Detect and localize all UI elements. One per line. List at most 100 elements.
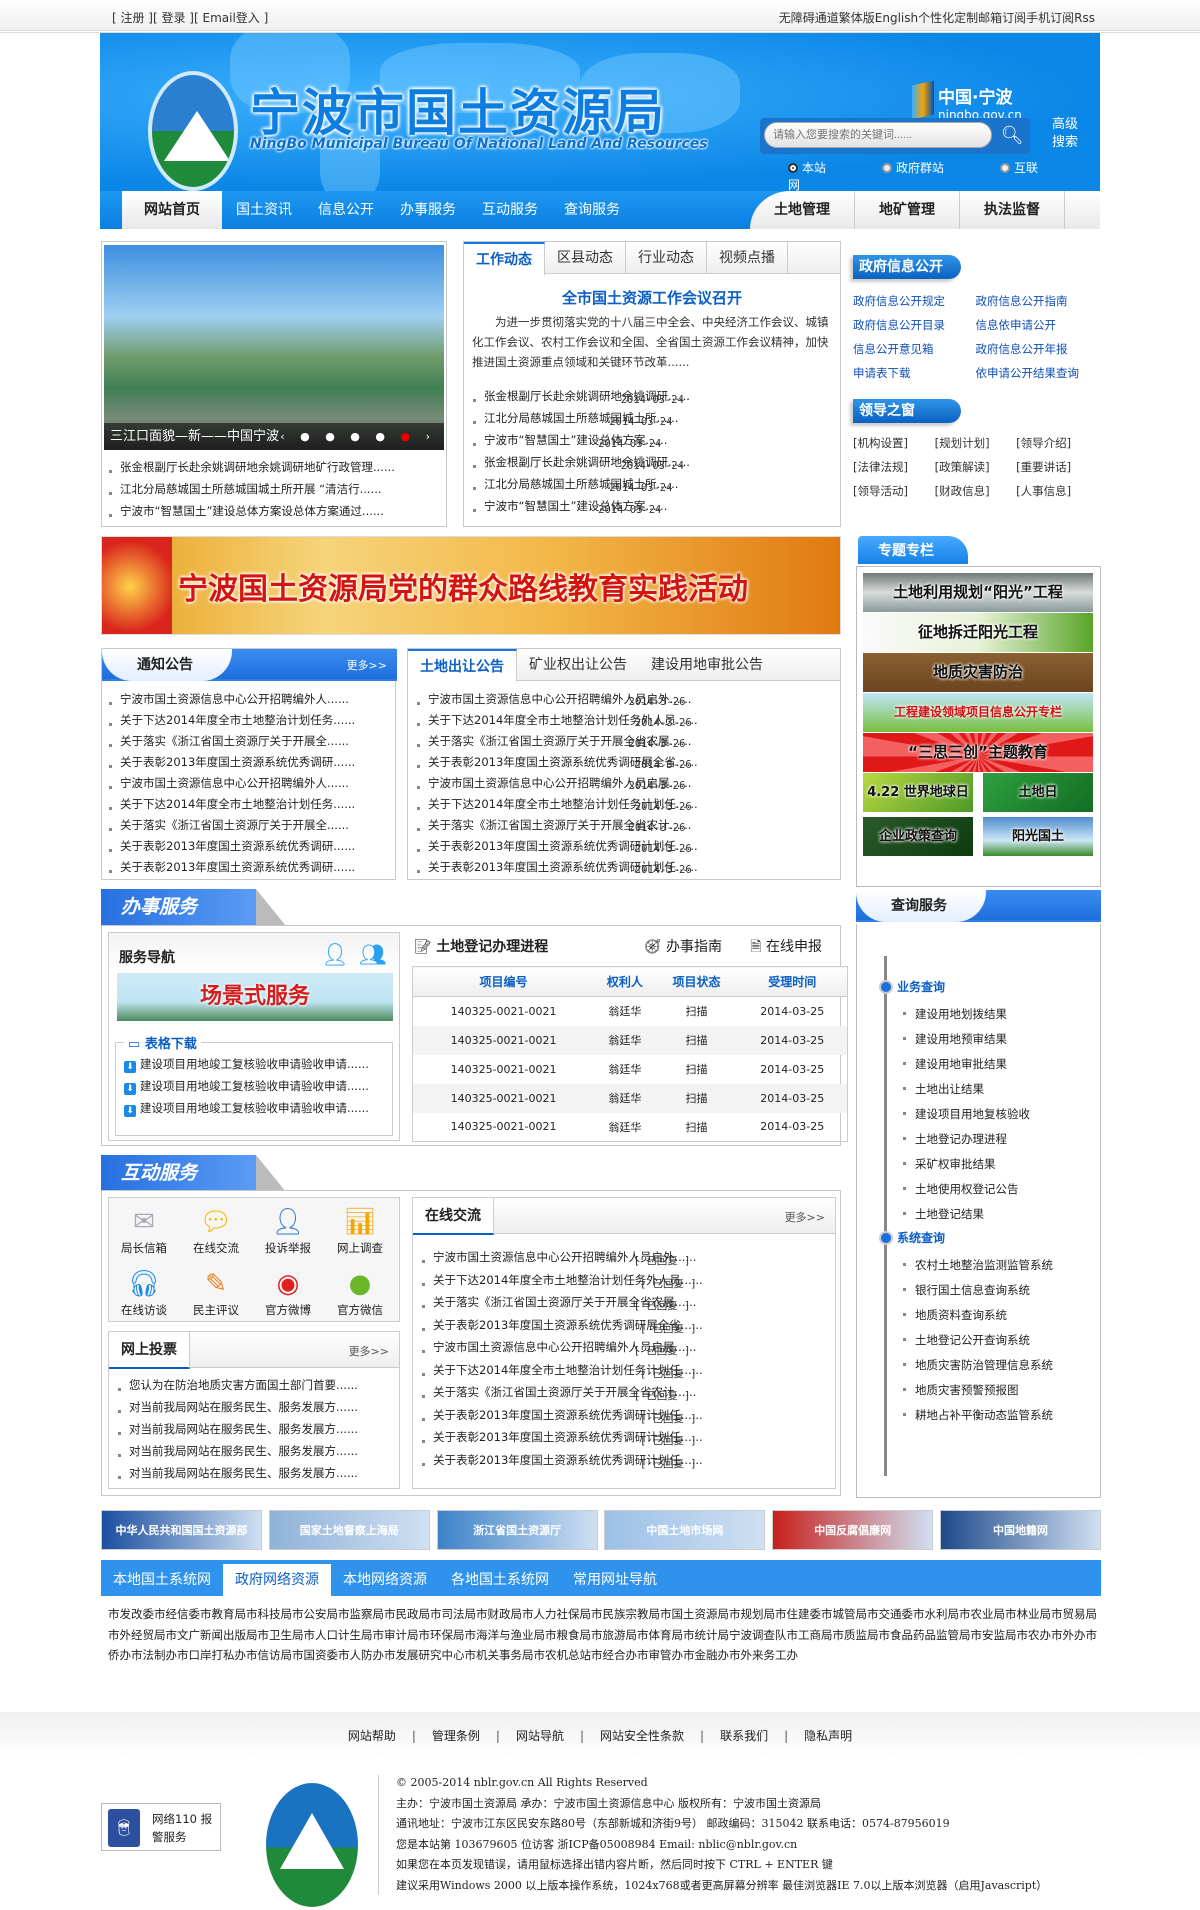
gov-link[interactable]: 市民族宗教局: [591, 1607, 660, 1621]
vote-item[interactable]: 对当前我局网站在服务民生、服务发展方......: [113, 1444, 358, 1458]
nav-item[interactable]: 查询服务: [552, 191, 632, 229]
chat-item[interactable]: 关于下达2014年度全市土地整治计划任务外人员......[ 已回复 ]: [417, 1273, 703, 1290]
news-item[interactable]: 江北分局慈城国土所慈城国城土所...... 2014-03-24: [468, 411, 678, 428]
footer-link[interactable]: 管理条例: [416, 1729, 496, 1743]
gov-link[interactable]: 市林业局: [1005, 1607, 1051, 1621]
form-download-item[interactable]: 建设项目用地竣工复核验收申请验收申请......: [122, 1101, 369, 1115]
gov-link[interactable]: 市法制办: [131, 1648, 177, 1662]
gov-link[interactable]: 市贸易局: [1051, 1607, 1097, 1621]
gov-link[interactable]: 市公安局: [292, 1607, 338, 1621]
leader-link[interactable]: [人事信息]: [1016, 479, 1098, 503]
query-item[interactable]: 银行国土信息查询系统: [903, 1282, 1030, 1298]
vote-more-link[interactable]: 更多>>: [349, 1343, 389, 1359]
gov-link[interactable]: 市安监局: [971, 1628, 1017, 1642]
interact-6[interactable]: ◉︎ 官方微博: [253, 1266, 323, 1318]
leader-link[interactable]: [领导介绍]: [1016, 431, 1098, 455]
gov-info-link[interactable]: 政府信息公开年报: [976, 337, 1099, 361]
notice-item[interactable]: 关于下达2014年度全市土地整治计划任务......: [104, 797, 355, 811]
utility-link[interactable]: English: [875, 11, 918, 25]
query-item[interactable]: 建设用地划拨结果: [903, 1006, 1007, 1022]
gov-link[interactable]: 市农办: [1017, 1628, 1052, 1642]
utility-link[interactable]: 邮箱订阅: [978, 11, 1026, 25]
gov-link[interactable]: 市食品药品监管局: [879, 1628, 971, 1642]
special-topic-banner[interactable]: 地质灾害防治: [863, 653, 1093, 692]
gov-link[interactable]: 市体育局: [637, 1628, 683, 1642]
notice-item[interactable]: 关于表彰2013年度国土资源系统优秀调研......: [104, 860, 355, 874]
gov-link[interactable]: 市审计局: [373, 1628, 419, 1642]
gov-link[interactable]: 市卫生局: [258, 1628, 304, 1642]
form-download-item[interactable]: 建设项目用地竣工复核验收申请验收申请......: [122, 1079, 369, 1093]
gov-link[interactable]: 市旅游局: [591, 1628, 637, 1642]
table-row[interactable]: 140325-0021-0021 翁廷华 扫描 2014-03-25: [413, 997, 848, 1026]
news-item[interactable]: 张金根副厅长赴余姚调研地余姚调研...... 2014-03-24: [468, 389, 690, 406]
land-item[interactable]: 宁波市国土资源信息中心公开招聘编外人员启展...... 2014-3-26: [412, 776, 691, 792]
footer-link[interactable]: 联系我们: [704, 1729, 784, 1743]
gov-link[interactable]: 市人口计生局: [304, 1628, 373, 1642]
query-group-title[interactable]: 系统查询: [878, 1229, 945, 1246]
gov-link[interactable]: 市工商局: [787, 1628, 833, 1642]
special-topic-banner[interactable]: 4.22 世界地球日: [863, 773, 973, 812]
form-download-item[interactable]: 建设项目用地竣工复核验收申请验收申请......: [122, 1057, 369, 1071]
interact-0[interactable]: ✉︎ 局长信箱: [109, 1204, 179, 1256]
gov-link[interactable]: 市金融办: [683, 1648, 729, 1662]
notice-item[interactable]: 关于表彰2013年度国土资源系统优秀调研......: [104, 755, 355, 769]
search-input[interactable]: [764, 122, 992, 148]
query-item[interactable]: 采矿权审批结果: [903, 1156, 996, 1172]
chat-more-link[interactable]: 更多>>: [785, 1209, 825, 1225]
scene-service-banner[interactable]: 场景式服务: [117, 973, 393, 1021]
interact-3[interactable]: 📊︎ 网上调查: [325, 1204, 395, 1256]
leader-link[interactable]: [规划计划]: [935, 431, 1017, 455]
gov-link[interactable]: 市信访局: [246, 1648, 292, 1662]
footer-link[interactable]: 网站导航: [500, 1729, 580, 1743]
land-item[interactable]: 关于落实《浙江省国土资源厅关于开展全省农展...... 2014-3-26: [412, 734, 691, 750]
slide-news-item[interactable]: 宁波市“智慧国土”建设总体方案设总体方案通过......: [104, 504, 384, 518]
account-link[interactable]: [ Email登入 ]: [194, 11, 268, 25]
management-nav-item[interactable]: 执法监督: [960, 191, 1065, 229]
gov-link[interactable]: 市粮食局: [545, 1628, 591, 1642]
land-tab[interactable]: 矿业权出让公告: [517, 649, 639, 681]
group-users-icon[interactable]: 👥︎: [359, 943, 387, 968]
gov-link[interactable]: 市外办: [1051, 1628, 1086, 1642]
gov-link[interactable]: 市海洋与渔业局: [465, 1628, 546, 1642]
online-apply-link[interactable]: 在线申报: [766, 939, 822, 955]
utility-link[interactable]: 个性化定制: [918, 11, 978, 25]
gov-link[interactable]: 市发改委: [108, 1607, 154, 1621]
notice-item[interactable]: 宁波市国土资源信息中心公开招聘编外人......: [104, 776, 349, 790]
chat-item[interactable]: 关于表彰2013年度国土资源系统优秀调研计划任......[ 已回复 ]: [417, 1453, 703, 1470]
nav-item[interactable]: 网站首页: [122, 191, 222, 229]
leader-link[interactable]: [领导活动]: [853, 479, 935, 503]
notice-more-link[interactable]: 更多>>: [347, 657, 387, 673]
police-110-badge[interactable]: 👮︎ 网络110 报警服务: [101, 1803, 221, 1851]
news-headline[interactable]: 全市国土资源工作会议召开: [464, 287, 840, 308]
link-tab[interactable]: 各地国土系统网: [439, 1560, 561, 1596]
gov-info-link[interactable]: 政府信息公开目录: [853, 313, 976, 337]
special-topic-banner[interactable]: 阳光国土: [983, 817, 1093, 856]
table-row[interactable]: 140325-0021-0021 翁廷华 扫描 2014-03-25: [413, 1055, 848, 1084]
news-item[interactable]: 江北分局慈城国土所慈城国城土所...... 2014-03-24: [468, 477, 678, 494]
gov-link[interactable]: 市环保局: [419, 1628, 465, 1642]
notice-item[interactable]: 关于落实《浙江省国土资源厅关于开展全......: [104, 734, 349, 748]
gov-info-link[interactable]: 政府信息公开规定: [853, 289, 976, 313]
utility-link[interactable]: 繁体版: [839, 11, 875, 25]
leader-link[interactable]: [法律法规]: [853, 455, 935, 479]
vote-item[interactable]: 对当前我局网站在服务民生、服务发展方......: [113, 1422, 358, 1436]
gov-info-link[interactable]: 政府信息公开指南: [976, 289, 1099, 313]
news-item[interactable]: 宁波市“智慧国土”建设总体方案...... 2014-03-24: [468, 433, 667, 450]
leader-link[interactable]: [重要讲话]: [1016, 455, 1098, 479]
query-group-title[interactable]: 业务查询: [878, 978, 945, 995]
slide-news-item[interactable]: 江北分局慈城国土所慈城国城土所开展 “清洁行......: [104, 482, 382, 496]
query-item[interactable]: 建设用地审批结果: [903, 1056, 1007, 1072]
scope-radio-1[interactable]: 政府群站: [882, 161, 972, 175]
gov-link[interactable]: 市交通委: [867, 1607, 913, 1621]
chat-item[interactable]: 关于表彰2013年度国土资源系统优秀调研展全省......[ 已回复 ]: [417, 1318, 703, 1335]
gov-link[interactable]: 市统计局宁波调查队: [683, 1628, 787, 1642]
utility-link[interactable]: Rss: [1074, 11, 1095, 25]
land-tab[interactable]: 土地出让公告: [408, 649, 517, 682]
query-item[interactable]: 土地登记办理进程: [903, 1131, 1007, 1147]
query-item[interactable]: 地质资料查询系统: [903, 1307, 1007, 1323]
gov-link[interactable]: 市水利局: [913, 1607, 959, 1621]
leader-link[interactable]: [机构设置]: [853, 431, 935, 455]
chat-item[interactable]: 宁波市国土资源信息中心公开招聘编外人员启展......[ 已回复 ]: [417, 1340, 696, 1357]
special-topic-banner[interactable]: 土地日: [983, 773, 1093, 812]
query-item[interactable]: 建设项目用地复核验收: [903, 1106, 1030, 1122]
